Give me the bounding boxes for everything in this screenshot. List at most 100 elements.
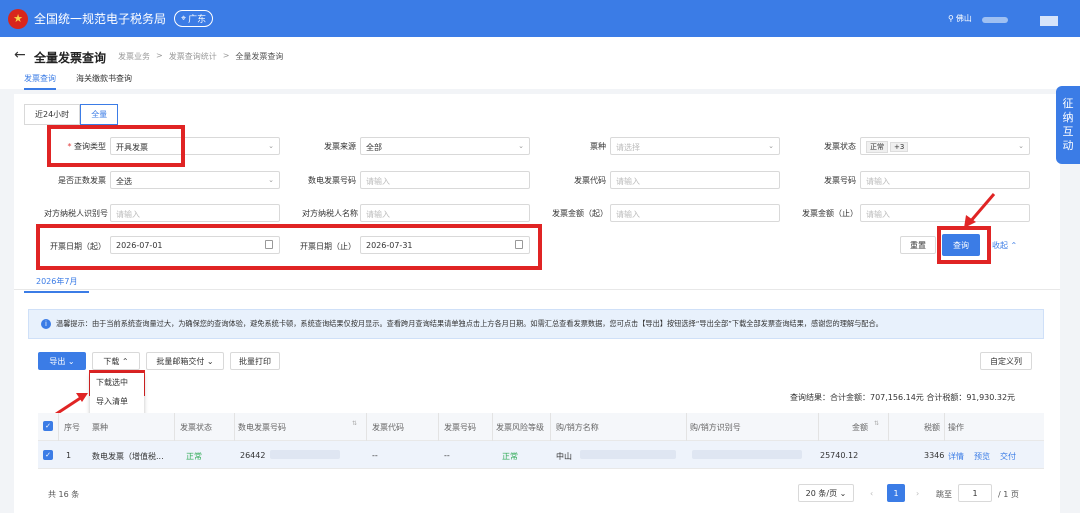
export-button[interactable]: 导出 ⌄ — [38, 352, 86, 370]
widget-char: 互 — [1062, 125, 1074, 138]
month-tab[interactable]: 2026年7月 — [24, 276, 90, 293]
col-divider — [550, 413, 551, 441]
page-title: 全量发票查询 — [34, 51, 107, 65]
invoice-code-input[interactable]: 请输入 — [610, 171, 780, 189]
total-pages: / 1 页 — [998, 490, 1019, 499]
breadcrumb-item[interactable]: 发票查询统计 — [169, 51, 217, 62]
range-24h[interactable]: 近24小时 — [24, 104, 81, 125]
goto-input[interactable]: 1 — [958, 484, 992, 502]
tab-customs-query[interactable]: 海关缴款书查询 — [76, 73, 132, 90]
notice-banner: i 温馨提示：由于当前系统查询量过大，为确保您的查询体验，避免系统卡顿，系统查询… — [28, 309, 1044, 339]
chevron-down-icon: ⌄ — [206, 356, 214, 366]
is-positive-select[interactable]: 全选 ⌄ — [110, 171, 280, 189]
widget-char: 征 — [1062, 97, 1074, 110]
cell-amount: 25740.12 — [820, 451, 859, 460]
invoice-source-label: 发票来源 — [324, 142, 356, 151]
col-header: 发票状态 — [180, 423, 212, 432]
notice-text: 温馨提示：由于当前系统查询量过大，为确保您的查询体验，避免系统卡顿，系统查询结果… — [56, 319, 883, 328]
cell-kind: 数电发票（增值税... — [92, 452, 164, 461]
user-icon: ⚲ — [948, 14, 954, 23]
invoice-status-select[interactable]: 正常 +3 ⌄ — [860, 137, 1030, 155]
cell-code: -- — [372, 451, 378, 460]
digital-no-input[interactable]: 请输入 — [360, 171, 530, 189]
col-header: 发票代码 — [372, 423, 404, 432]
col-divider — [58, 413, 59, 441]
col-header: 税额 — [924, 423, 940, 432]
chevron-down-icon: ⌄ — [268, 176, 274, 184]
redacted-area — [692, 450, 802, 459]
chevron-down-icon: ⌄ — [67, 356, 75, 366]
chevron-down-icon: ⌄ — [268, 142, 274, 150]
status-tag: 正常 — [866, 141, 888, 153]
counterpart-id-input[interactable]: 请输入 — [110, 204, 280, 222]
redacted-area — [270, 450, 340, 459]
invoice-kind-label: 票种 — [590, 142, 606, 151]
chevron-down-icon: ⌄ — [839, 488, 847, 498]
widget-char: 纳 — [1062, 111, 1074, 124]
system-title: 全国统一规范电子税务局 — [34, 12, 167, 26]
redacted-area — [580, 450, 676, 459]
menu-item-import-list[interactable]: 导入清单 — [90, 392, 144, 411]
deliver-link[interactable]: 交付 — [1000, 451, 1016, 462]
invoice-kind-select[interactable]: 请选择 ⌄ — [610, 137, 780, 155]
chevron-down-icon: ⌄ — [1018, 142, 1024, 150]
top-bar: ★ 全国统一规范电子税务局 ⌖ 广东 ⚲ 佛山 — [0, 0, 1080, 37]
counterpart-name-label: 对方纳税人名称 — [302, 209, 358, 218]
reset-button[interactable]: 重置 — [900, 236, 936, 254]
chevron-down-icon: ⌄ — [768, 142, 774, 150]
amount-from-input[interactable]: 请输入 — [610, 204, 780, 222]
batch-print-button[interactable]: 批量打印 — [230, 352, 280, 370]
next-page-icon[interactable]: › — [916, 489, 919, 498]
preview-link[interactable]: 预览 — [974, 451, 990, 462]
chevron-down-icon: ⌄ — [518, 142, 524, 150]
col-header: 购/销方识别号 — [690, 423, 741, 432]
select-all-checkbox[interactable]: ✓ — [43, 421, 53, 431]
batch-delivery-button[interactable]: 批量邮箱交付 ⌄ — [146, 352, 224, 370]
col-divider — [818, 413, 819, 441]
tab-invoice-query[interactable]: 发票查询 — [24, 73, 56, 90]
breadcrumb-separator-icon: > — [222, 51, 230, 60]
redacted-area — [982, 17, 1008, 23]
divider — [14, 289, 1060, 290]
range-toggle: 近24小时 全量 — [24, 104, 119, 125]
cell-tax: 3346 — [924, 451, 945, 460]
invoice-source-select[interactable]: 全部 ⌄ — [360, 137, 530, 155]
user-menu[interactable]: ⚲ 佛山 — [948, 13, 972, 24]
sort-icon[interactable]: ⇅ — [874, 420, 879, 427]
page-current[interactable]: 1 — [887, 484, 905, 502]
col-divider — [492, 413, 493, 441]
row-checkbox[interactable]: ✓ — [43, 450, 53, 460]
interaction-widget[interactable]: 征 纳 互 动 — [1056, 86, 1080, 164]
annotation-box — [36, 224, 542, 270]
detail-link[interactable]: 详情 — [948, 451, 964, 462]
location-pin-icon: ⌖ — [181, 13, 187, 24]
back-arrow-icon[interactable]: ← — [14, 47, 26, 63]
result-summary: 查询结果：合计金额：707,156.14元 合计税额：91,930.32元 — [790, 393, 1016, 402]
more-tag: +3 — [890, 142, 909, 152]
download-menu: 下载选中 导入清单 — [90, 373, 144, 418]
amount-from-label: 发票金额（起） — [552, 209, 608, 218]
collapse-link[interactable]: 收起 ⌃ — [992, 240, 1017, 251]
region-selector[interactable]: ⌖ 广东 — [174, 10, 214, 27]
download-button[interactable]: 下载 ⌃ — [92, 352, 140, 370]
col-divider — [888, 413, 889, 441]
sort-icon[interactable]: ⇅ — [352, 420, 357, 427]
page-size-select[interactable]: 20 条/页 ⌄ — [798, 484, 854, 502]
chevron-up-icon: ⌃ — [121, 356, 129, 366]
invoice-no-label: 发票号码 — [824, 176, 856, 185]
page-tabs: 发票查询 海关缴款书查询 — [24, 73, 132, 90]
col-divider — [174, 413, 175, 441]
breadcrumb-item[interactable]: 发票业务 — [118, 51, 150, 62]
col-header: 发票风险等级 — [496, 423, 544, 432]
counterpart-name-input[interactable]: 请输入 — [360, 204, 530, 222]
invoice-no-input[interactable]: 请输入 — [860, 171, 1030, 189]
menu-item-download-selected[interactable]: 下载选中 — [90, 373, 144, 392]
amount-to-input[interactable]: 请输入 — [860, 204, 1030, 222]
breadcrumb-separator-icon: > — [156, 51, 163, 60]
col-divider — [438, 413, 439, 441]
prev-page-icon[interactable]: ‹ — [870, 489, 873, 498]
col-header: 操作 — [948, 423, 964, 432]
col-divider — [234, 413, 235, 441]
custom-columns-button[interactable]: 自定义列 — [980, 352, 1032, 370]
range-all[interactable]: 全量 — [80, 104, 119, 125]
